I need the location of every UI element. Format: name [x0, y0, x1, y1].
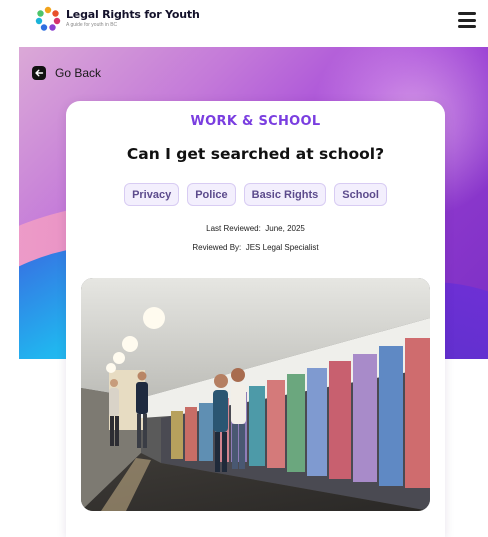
article-category: WORK & SCHOOL: [190, 114, 321, 129]
reviewed-by-label: Reviewed By:: [192, 243, 242, 252]
site-header: Legal Rights for Youth A guide for youth…: [0, 0, 488, 44]
tag-school[interactable]: School: [334, 183, 387, 206]
tag-privacy[interactable]: Privacy: [124, 183, 180, 206]
last-reviewed-label: Last Reviewed:: [206, 224, 261, 233]
brand-tagline: A guide for youth in BC: [66, 22, 118, 28]
article-card: WORK & SCHOOL Can I get searched at scho…: [66, 101, 445, 537]
article-title: Can I get searched at school?: [126, 145, 385, 163]
hamburger-menu-icon[interactable]: [458, 11, 478, 29]
tag-police[interactable]: Police: [187, 183, 236, 206]
go-back-button[interactable]: Go Back: [32, 66, 101, 80]
reviewed-by-value: JES Legal Specialist: [245, 243, 319, 252]
last-reviewed: Last Reviewed: June, 2025: [66, 224, 445, 233]
go-back-label: Go Back: [55, 66, 102, 80]
tag-list: Privacy Police Basic Rights School: [66, 183, 445, 206]
last-reviewed-value: June, 2025: [265, 224, 305, 233]
reviewed-by: Reviewed By: JES Legal Specialist: [66, 243, 445, 252]
site-logo-icon[interactable]: [35, 6, 61, 32]
arrow-left-icon: [32, 66, 46, 80]
tag-basic-rights[interactable]: Basic Rights: [243, 183, 327, 206]
article-hero-image: [81, 278, 430, 511]
brand-name[interactable]: Legal Rights for Youth: [66, 8, 200, 21]
